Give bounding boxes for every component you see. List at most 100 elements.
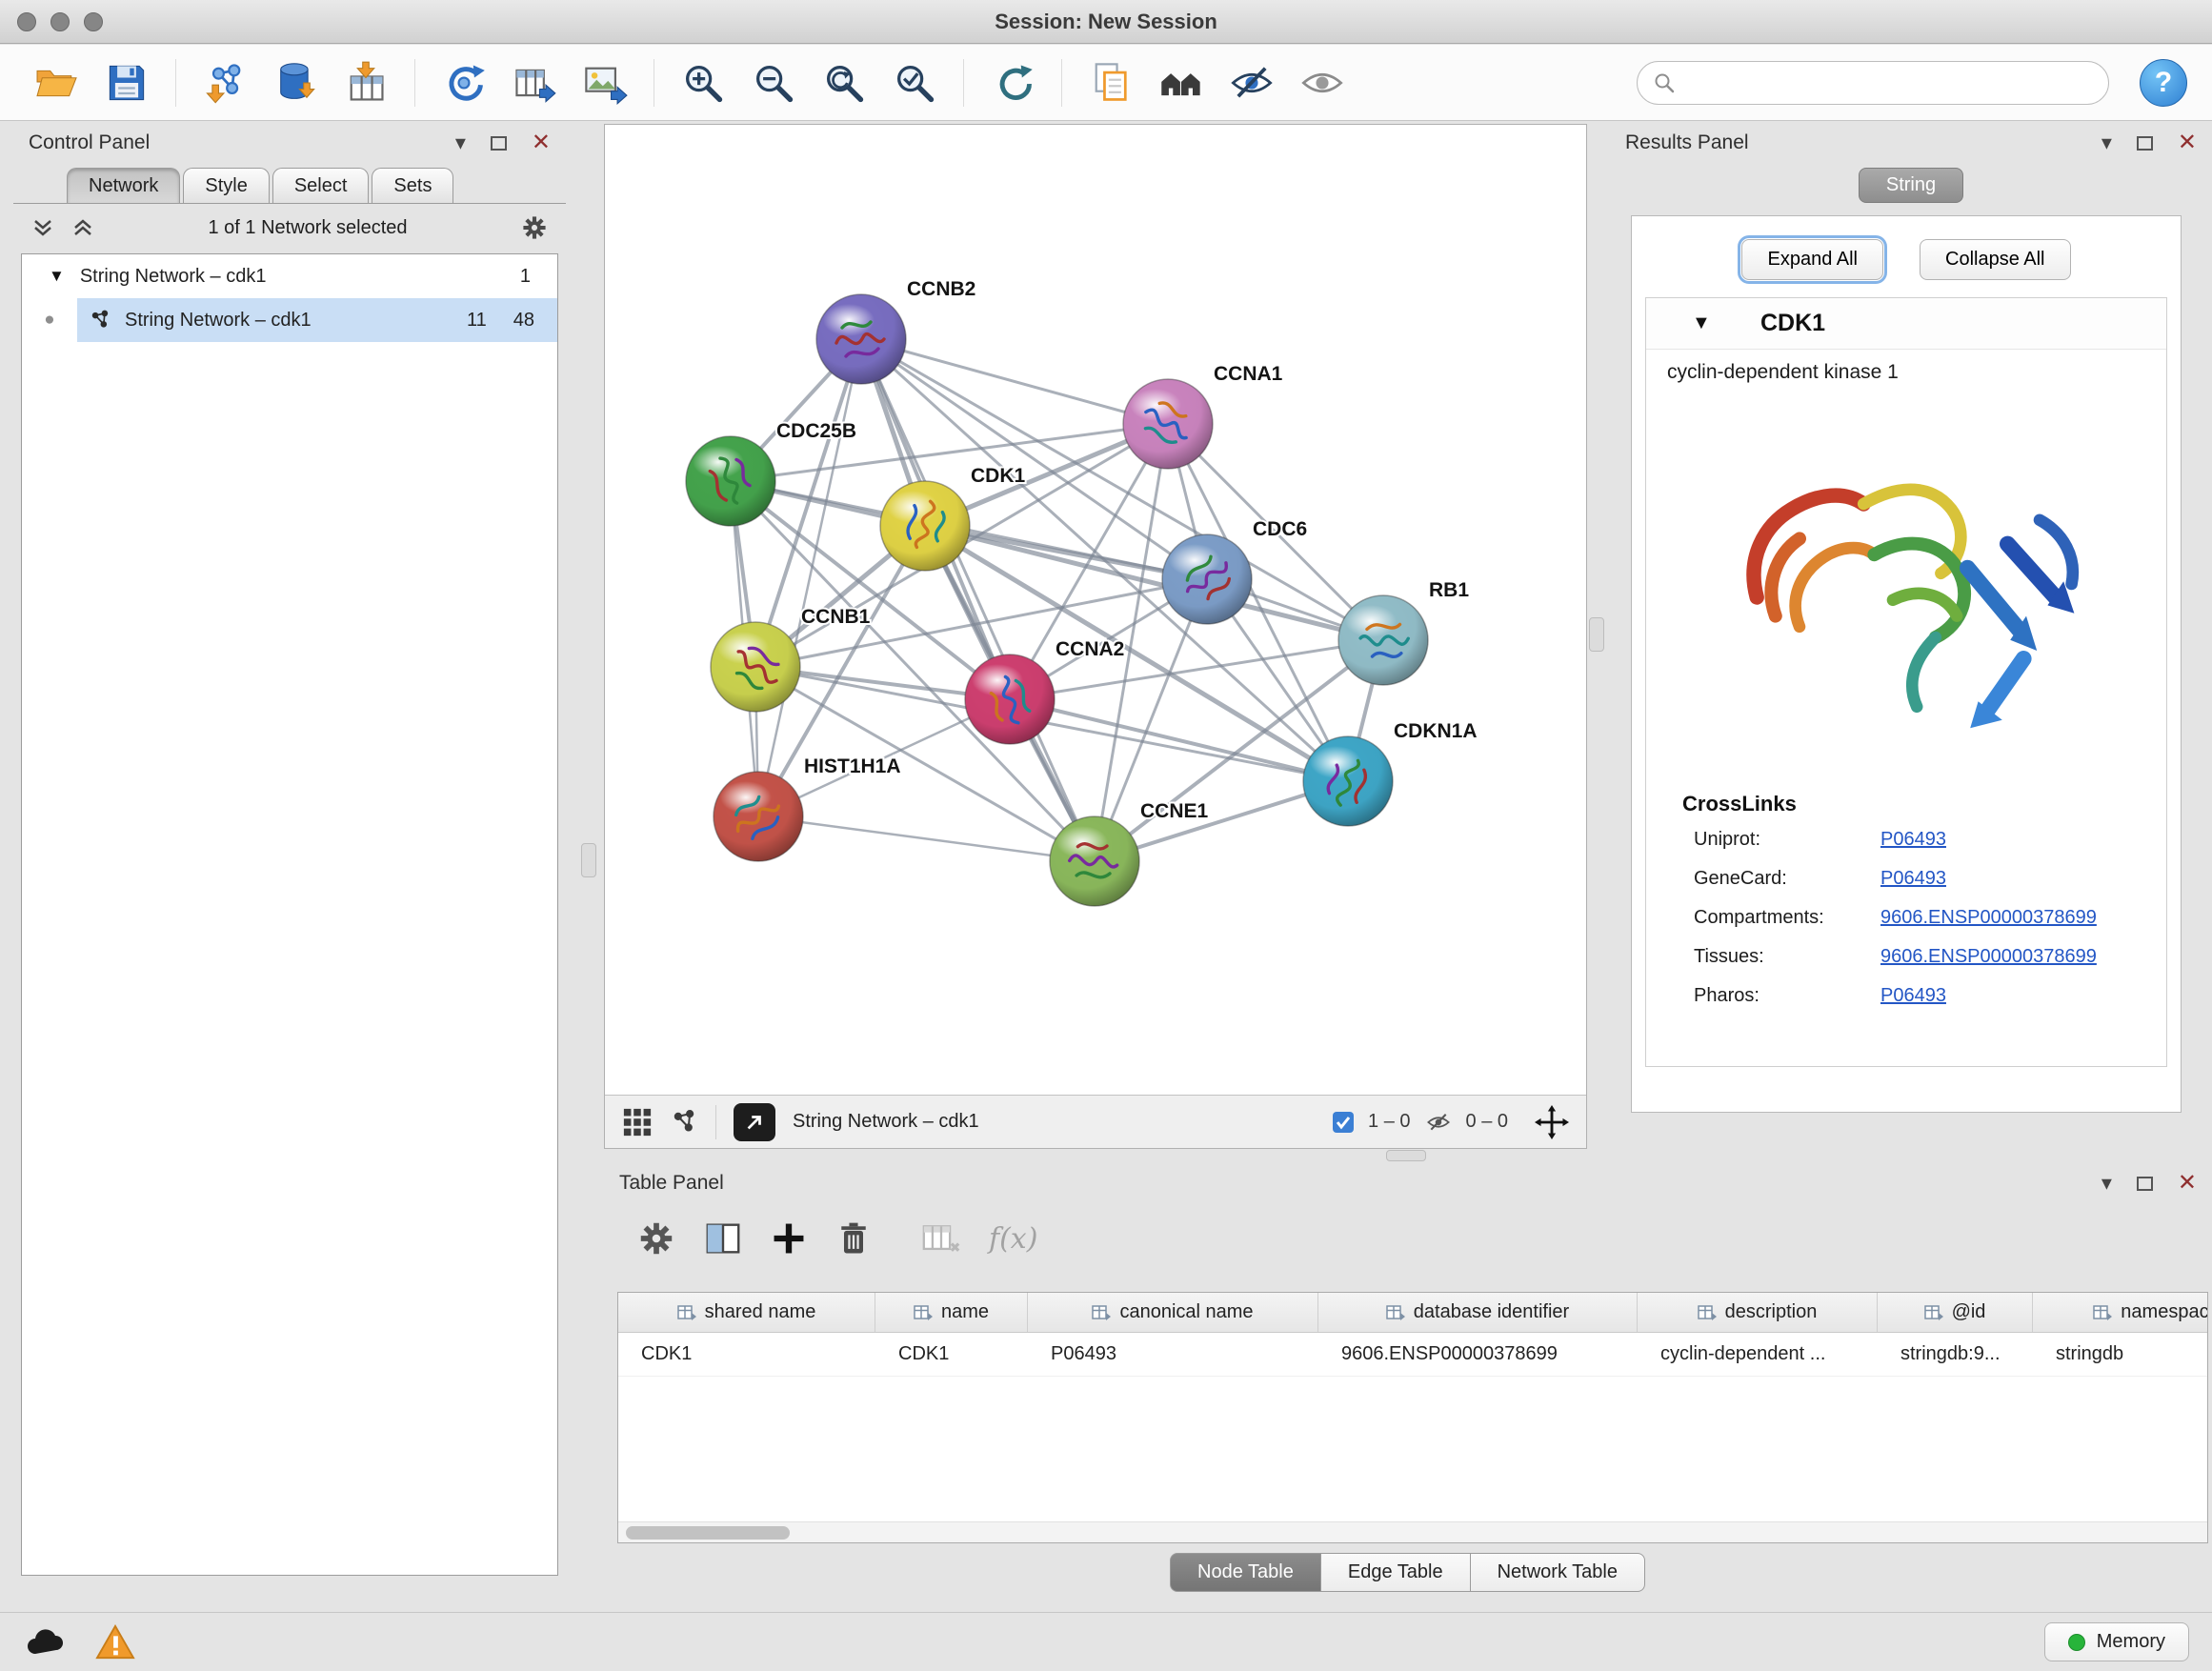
network-node-HIST1H1A[interactable] xyxy=(714,772,803,861)
table-settings-gear-icon[interactable] xyxy=(636,1218,676,1258)
network-canvas[interactable]: CCNB2CCNA1CDC25BCDK1CDC6RB1CCNB1CCNA2CDK… xyxy=(605,125,1586,1095)
float-panel-icon[interactable] xyxy=(2137,136,2153,151)
warning-icon[interactable] xyxy=(95,1623,135,1661)
add-column-icon[interactable] xyxy=(770,1219,808,1258)
gear-icon[interactable] xyxy=(520,213,549,242)
delete-icon[interactable] xyxy=(835,1218,873,1258)
table-cell[interactable]: CDK1 xyxy=(618,1343,875,1365)
import-network-file-button[interactable] xyxy=(193,51,256,114)
column-header-name[interactable]: name xyxy=(875,1293,1028,1332)
tab-select[interactable]: Select xyxy=(272,168,370,203)
network-node-CCNB2[interactable] xyxy=(816,294,906,384)
open-session-button[interactable] xyxy=(25,51,88,114)
network-from-selection-button[interactable] xyxy=(432,51,495,114)
pan-crosshair-icon[interactable] xyxy=(1535,1105,1569,1139)
table-row[interactable]: CDK1CDK1P064939606.ENSP00000378699cyclin… xyxy=(618,1333,2207,1377)
selected-nodes-icon[interactable] xyxy=(1332,1111,1355,1134)
search-input[interactable] xyxy=(1685,71,2093,93)
zoom-in-button[interactable] xyxy=(672,51,734,114)
show-all-button[interactable] xyxy=(1291,51,1354,114)
table-cell[interactable]: stringdb:9... xyxy=(1878,1343,2033,1365)
table-cell[interactable]: stringdb xyxy=(2033,1343,2208,1365)
crosslink-link[interactable]: 9606.ENSP00000378699 xyxy=(1880,946,2097,968)
collapse-all-button[interactable]: Collapse All xyxy=(1920,239,2071,280)
zoom-fit-button[interactable] xyxy=(813,51,875,114)
network-node-CDKN1A[interactable] xyxy=(1303,736,1393,826)
column-header-database-identifier[interactable]: database identifier xyxy=(1318,1293,1638,1332)
zoom-selected-button[interactable] xyxy=(883,51,946,114)
close-panel-icon[interactable]: ✕ xyxy=(532,131,551,154)
network-graph[interactable]: CCNB2CCNA1CDC25BCDK1CDC6RB1CCNB1CCNA2CDK… xyxy=(605,125,1586,1095)
tab-network[interactable]: Network xyxy=(67,168,180,203)
import-network-database-button[interactable] xyxy=(264,51,327,114)
network-node-CDK1[interactable] xyxy=(880,481,970,571)
import-table-button[interactable] xyxy=(334,51,397,114)
memory-button[interactable]: Memory xyxy=(2044,1622,2189,1661)
expand-all-icon[interactable] xyxy=(70,215,95,240)
table-cell[interactable]: P06493 xyxy=(1028,1343,1318,1365)
tab-edge-table[interactable]: Edge Table xyxy=(1320,1553,1471,1592)
table-cell[interactable]: cyclin-dependent ... xyxy=(1638,1343,1878,1365)
close-window-button[interactable] xyxy=(17,12,36,31)
section-caret-icon[interactable]: ▼ xyxy=(1692,312,1711,334)
export-image-button[interactable] xyxy=(573,51,636,114)
network-node-CCNA2[interactable] xyxy=(965,654,1055,744)
network-node-CCNA1[interactable] xyxy=(1123,379,1213,469)
hide-selected-button[interactable] xyxy=(1220,51,1283,114)
string-tab-badge[interactable]: String xyxy=(1859,168,1963,203)
tab-network-table[interactable]: Network Table xyxy=(1470,1553,1645,1592)
copy-document-button[interactable] xyxy=(1079,51,1142,114)
toolbar-search[interactable] xyxy=(1637,61,2109,105)
network-node-CDC6[interactable] xyxy=(1162,534,1252,624)
minimize-window-button[interactable] xyxy=(50,12,70,31)
refresh-view-button[interactable] xyxy=(981,51,1044,114)
first-neighbors-button[interactable] xyxy=(1150,51,1213,114)
tab-style[interactable]: Style xyxy=(183,168,269,203)
expand-all-button[interactable]: Expand All xyxy=(1741,239,1883,280)
hidden-edges-icon[interactable] xyxy=(1424,1110,1453,1135)
crosslink-link[interactable]: P06493 xyxy=(1880,829,1946,851)
network-node-CCNE1[interactable] xyxy=(1050,816,1139,906)
tree-caret-icon[interactable]: ▼ xyxy=(49,267,65,286)
show-columns-icon[interactable] xyxy=(703,1218,743,1258)
column-header-description[interactable]: description xyxy=(1638,1293,1878,1332)
column-header-namespace[interactable]: namespace xyxy=(2033,1293,2208,1332)
scrollbar-thumb[interactable] xyxy=(626,1526,790,1540)
tab-sets[interactable]: Sets xyxy=(372,168,453,203)
network-node-CDC25B[interactable] xyxy=(686,436,775,526)
help-button[interactable]: ? xyxy=(2140,59,2187,107)
horizontal-scrollbar[interactable] xyxy=(618,1521,2207,1542)
network-row-selected[interactable]: ● String Network – cdk1 11 48 xyxy=(22,298,557,342)
table-cell[interactable]: 9606.ENSP00000378699 xyxy=(1318,1343,1638,1365)
cloud-icon[interactable] xyxy=(23,1623,67,1661)
float-panel-icon[interactable] xyxy=(2137,1177,2153,1191)
birdseye-view-button[interactable] xyxy=(734,1103,775,1141)
vertical-splitter-right[interactable] xyxy=(1589,617,1604,652)
table-cell[interactable]: CDK1 xyxy=(875,1343,1028,1365)
save-session-button[interactable] xyxy=(95,51,158,114)
network-node-RB1[interactable] xyxy=(1338,595,1428,685)
crosslink-link[interactable]: 9606.ENSP00000378699 xyxy=(1880,907,2097,929)
horizontal-splitter[interactable] xyxy=(1386,1150,1426,1161)
tab-node-table[interactable]: Node Table xyxy=(1170,1553,1321,1592)
column-header-shared-name[interactable]: shared name xyxy=(618,1293,875,1332)
crosslink-link[interactable]: P06493 xyxy=(1880,868,1946,890)
network-collection-row[interactable]: ▼ String Network – cdk1 1 xyxy=(22,254,557,298)
crosslink-link[interactable]: P06493 xyxy=(1880,985,1946,1007)
close-panel-icon[interactable]: ✕ xyxy=(2178,131,2197,154)
share-view-icon[interactable] xyxy=(670,1108,698,1137)
export-network-button[interactable] xyxy=(503,51,566,114)
panel-menu-icon[interactable]: ▾ xyxy=(2101,1173,2112,1194)
column-header--id[interactable]: @id xyxy=(1878,1293,2033,1332)
zoom-window-button[interactable] xyxy=(84,12,103,31)
column-header-canonical-name[interactable]: canonical name xyxy=(1028,1293,1318,1332)
collapse-all-icon[interactable] xyxy=(30,215,55,240)
vertical-splitter-left[interactable] xyxy=(581,843,596,877)
zoom-out-button[interactable] xyxy=(742,51,805,114)
float-panel-icon[interactable] xyxy=(491,136,507,151)
close-panel-icon[interactable]: ✕ xyxy=(2178,1172,2197,1195)
panel-menu-icon[interactable]: ▾ xyxy=(455,132,466,153)
panel-menu-icon[interactable]: ▾ xyxy=(2101,132,2112,153)
network-node-CCNB1[interactable] xyxy=(711,622,800,712)
grid-view-icon[interactable] xyxy=(622,1107,653,1137)
